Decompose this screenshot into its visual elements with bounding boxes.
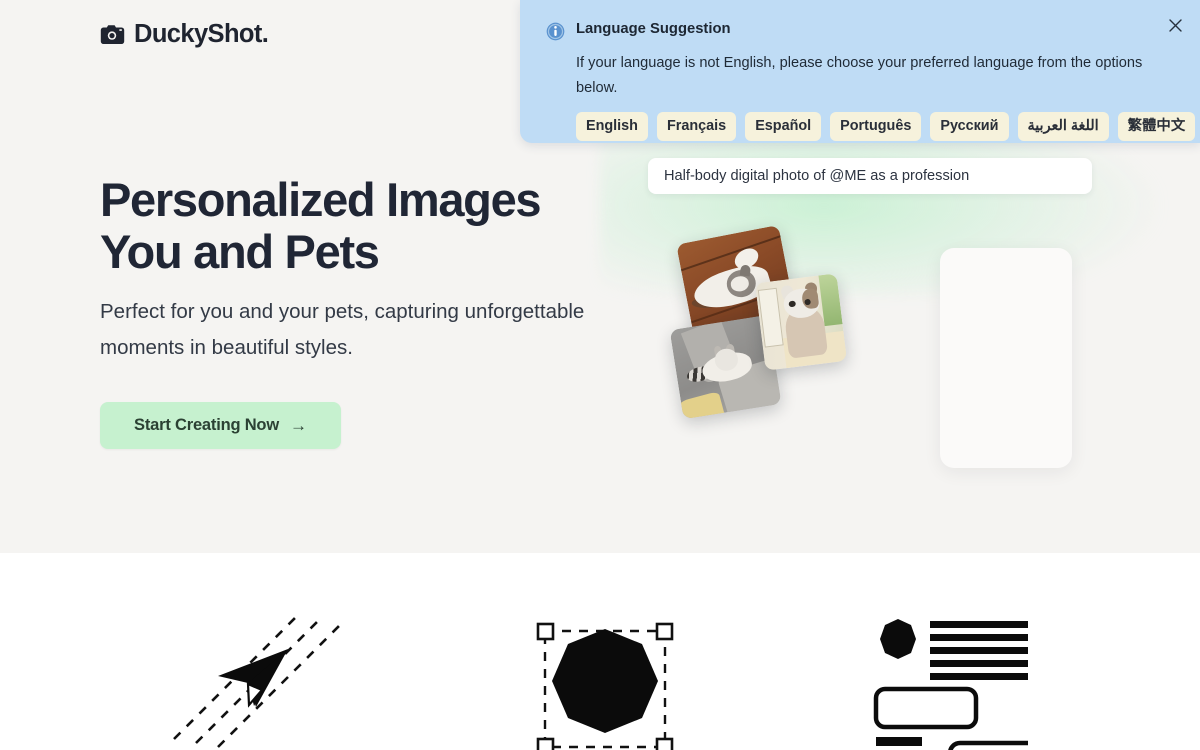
language-suggestion-banner: Language Suggestion If your language is … <box>520 0 1200 143</box>
page-root: DuckyShot. Personalized Images You and P… <box>0 0 1200 750</box>
language-option-english[interactable]: English <box>576 112 648 141</box>
language-option-francais[interactable]: Français <box>656 112 737 141</box>
chat-layout-icon <box>858 611 1064 750</box>
language-option-arabic[interactable]: اللغة العربية <box>1017 112 1109 141</box>
language-option-russian[interactable]: Русский <box>930 112 1009 141</box>
info-icon <box>546 20 565 46</box>
feature-icon-strip <box>0 553 1200 750</box>
language-option-portugues[interactable]: Português <box>830 112 922 141</box>
language-options-list: English Français Español Português Русск… <box>576 112 1196 141</box>
photo-card-cat-by-wall[interactable] <box>754 273 848 371</box>
close-icon[interactable] <box>1165 15 1185 35</box>
language-option-traditional-chinese[interactable]: 繁體中文 <box>1117 112 1196 141</box>
paper-plane-icon <box>170 611 350 750</box>
language-banner-title: Language Suggestion <box>576 21 731 37</box>
empty-result-card <box>940 248 1072 468</box>
language-banner-description: If your language is not English, please … <box>576 55 1143 96</box>
polygon-selection-icon <box>510 611 690 750</box>
language-option-espanol[interactable]: Español <box>745 112 822 141</box>
